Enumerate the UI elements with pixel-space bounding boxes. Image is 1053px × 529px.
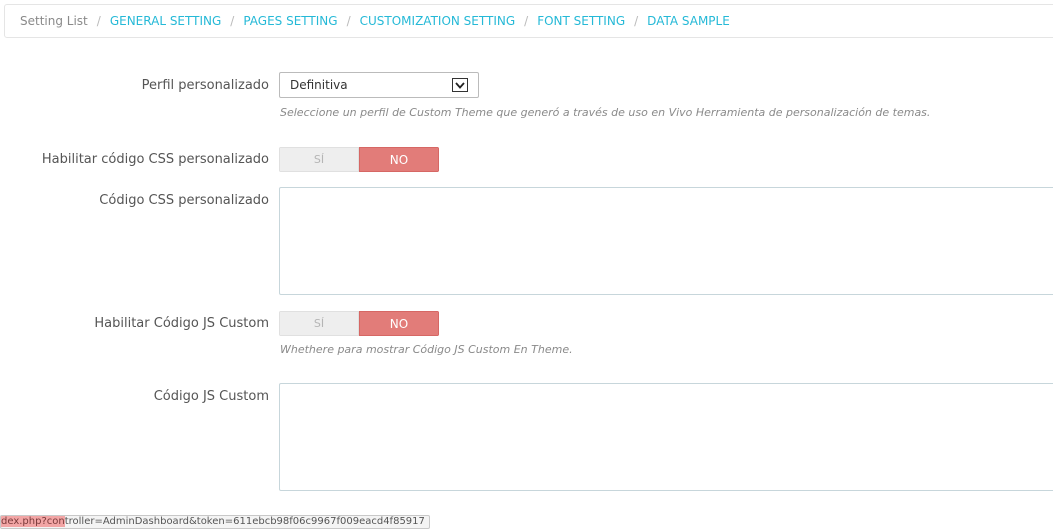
breadcrumb-font-setting[interactable]: FONT SETTING: [537, 14, 625, 28]
breadcrumb-customization-setting[interactable]: CUSTOMIZATION SETTING: [360, 14, 516, 28]
css-enable-yes-option[interactable]: SÍ: [279, 147, 359, 172]
css-enable-label: Habilitar código CSS personalizado: [41, 152, 269, 167]
breadcrumb-data-sample[interactable]: DATA SAMPLE: [647, 14, 730, 28]
chevron-down-icon[interactable]: [452, 78, 468, 92]
profile-select[interactable]: Definitiva: [279, 72, 479, 98]
js-code-label: Código JS Custom: [153, 389, 269, 404]
breadcrumb-separator: /: [96, 14, 101, 28]
breadcrumb-separator: /: [230, 14, 235, 28]
breadcrumb-separator: /: [524, 14, 529, 28]
profile-label: Perfil personalizado: [141, 78, 269, 93]
browser-status-bar: dex.php?controller=AdminDashboard&token=…: [0, 515, 430, 529]
profile-help-text: Seleccione un perfil de Custom Theme que…: [280, 106, 931, 119]
status-url-highlight: dex.php?con: [1, 516, 65, 527]
js-enable-help-text: Whethere para mostrar Código JS Custom E…: [280, 343, 573, 356]
js-enable-no-option[interactable]: NO: [359, 311, 439, 336]
js-enable-label: Habilitar Código JS Custom: [94, 316, 269, 331]
css-enable-toggle[interactable]: SÍ NO: [279, 147, 439, 172]
css-code-label: Código CSS personalizado: [99, 193, 269, 208]
js-enable-toggle[interactable]: SÍ NO: [279, 311, 439, 336]
breadcrumb-separator: /: [634, 14, 639, 28]
breadcrumb-pages-setting[interactable]: PAGES SETTING: [243, 14, 337, 28]
css-enable-no-option[interactable]: NO: [359, 147, 439, 172]
profile-select-value: Definitiva: [290, 78, 348, 92]
breadcrumb-separator: /: [346, 14, 351, 28]
breadcrumb-general-setting[interactable]: GENERAL SETTING: [110, 14, 221, 28]
js-enable-yes-option[interactable]: SÍ: [279, 311, 359, 336]
js-code-textarea[interactable]: [279, 383, 1053, 491]
css-code-textarea[interactable]: [279, 187, 1053, 295]
status-url-text: troller=AdminDashboard&token=611ebcb98f0…: [64, 516, 425, 527]
breadcrumb-root[interactable]: Setting List: [20, 14, 88, 28]
breadcrumb: Setting List / GENERAL SETTING / PAGES S…: [4, 4, 1053, 38]
